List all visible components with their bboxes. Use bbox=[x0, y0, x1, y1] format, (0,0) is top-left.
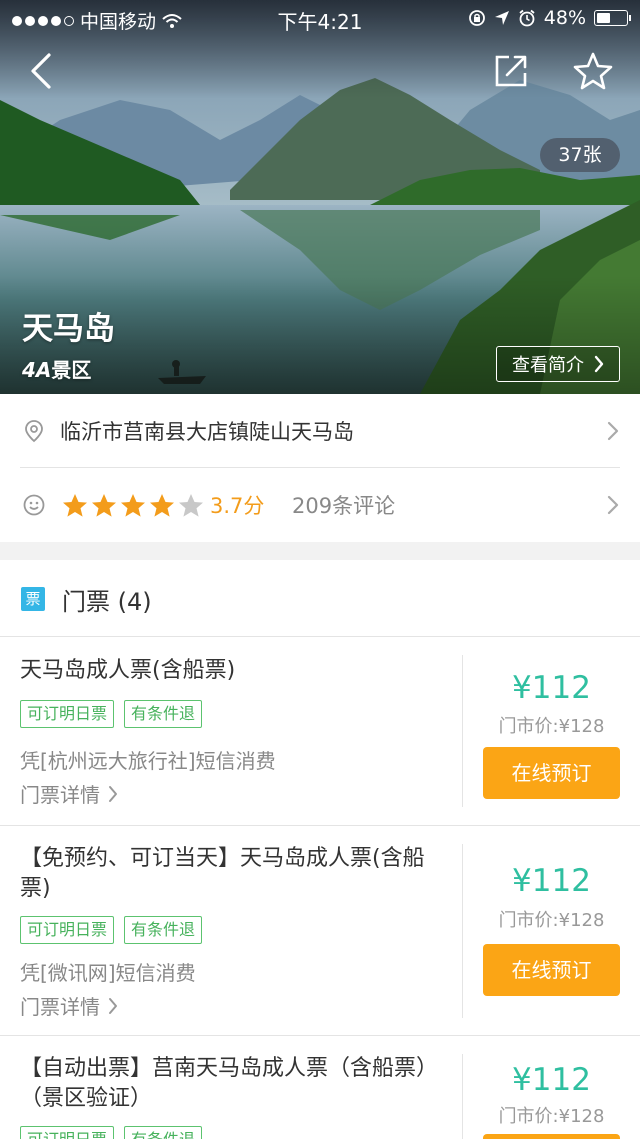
book-online-button[interactable] bbox=[483, 1134, 620, 1139]
ticket-detail-label: 门票详情 bbox=[20, 995, 100, 1019]
rating-row[interactable]: 3.7分 209条评论 bbox=[0, 468, 640, 542]
book-online-button[interactable]: 在线预订 bbox=[483, 944, 620, 996]
ticket-tag: 有条件退 bbox=[124, 700, 203, 728]
info-card: 临沂市莒南县大店镇陡山天马岛 3.7分 209条评论 bbox=[0, 394, 640, 542]
book-online-button[interactable]: 在线预订 bbox=[483, 747, 620, 799]
tickets-section: 票 门票 (4) 天马岛成人票(含船票) 可订明日票 有条件退 凭[杭州远大旅行… bbox=[0, 560, 640, 1139]
photo-count-badge[interactable]: 37张 bbox=[540, 138, 620, 172]
ticket-price: ¥112 bbox=[512, 1062, 591, 1098]
ticket-item[interactable]: 天马岛成人票(含船票) 可订明日票 有条件退 凭[杭州远大旅行社]短信消费 门票… bbox=[0, 637, 640, 826]
favorite-button[interactable] bbox=[570, 48, 616, 94]
battery-icon bbox=[594, 10, 631, 26]
ticket-item[interactable]: 【自动出票】莒南天马岛成人票（含船票）（景区验证） 可订明日票 有条件退 ¥11… bbox=[0, 1036, 640, 1139]
spot-title: 天马岛 bbox=[22, 311, 115, 347]
ticket-tags: 可订明日票 有条件退 bbox=[20, 1126, 203, 1139]
star-filled-icon bbox=[150, 493, 174, 517]
star-filled-icon bbox=[92, 493, 116, 517]
address-row[interactable]: 临沂市莒南县大店镇陡山天马岛 bbox=[0, 394, 640, 468]
ticket-name: 天马岛成人票(含船票) bbox=[20, 658, 236, 683]
scenic-spot-page: 中国移动 下午4:21 48% 37张 天马岛 4A景区 查看简介 临沂市莒南县… bbox=[0, 0, 640, 1139]
ticket-tags: 可订明日票 有条件退 bbox=[20, 916, 203, 944]
chevron-right-icon bbox=[109, 997, 117, 1014]
ticket-detail-link[interactable]: 门票详情 bbox=[20, 991, 118, 1020]
view-intro-label: 查看简介 bbox=[512, 355, 584, 376]
share-button[interactable] bbox=[488, 48, 534, 94]
ticket-tags: 可订明日票 有条件退 bbox=[20, 700, 203, 728]
ticket-vendor: 凭[微讯网]短信消费 bbox=[20, 961, 196, 985]
ticket-tag: 可订明日票 bbox=[20, 700, 115, 728]
rating-score: 3.7分 bbox=[210, 494, 265, 518]
location-arrow-icon bbox=[494, 11, 509, 25]
rating-stars bbox=[62, 493, 204, 518]
address-text: 临沂市莒南县大店镇陡山天马岛 bbox=[60, 420, 354, 444]
star-filled-icon bbox=[121, 493, 145, 517]
review-count: 209条评论 bbox=[292, 494, 396, 518]
ticket-price: ¥112 bbox=[512, 670, 591, 706]
star-empty-icon bbox=[179, 493, 203, 517]
ticket-original-price: 门市价:¥128 bbox=[498, 716, 605, 737]
chevron-right-icon bbox=[607, 421, 619, 441]
back-button[interactable] bbox=[18, 48, 64, 94]
ticket-vendor: 凭[杭州远大旅行社]短信消费 bbox=[20, 749, 276, 773]
spot-level: 4A景区 bbox=[22, 354, 91, 383]
smiley-icon bbox=[23, 494, 45, 516]
ticket-name: 【自动出票】莒南天马岛成人票（含船票）（景区验证） bbox=[20, 1056, 439, 1111]
ticket-detail-label: 门票详情 bbox=[20, 783, 100, 807]
back-icon bbox=[31, 53, 51, 89]
ticket-tag: 可订明日票 bbox=[20, 1126, 115, 1139]
ticket-original-price: 门市价:¥128 bbox=[498, 1106, 605, 1127]
share-icon bbox=[495, 55, 527, 87]
battery-percent: 48% bbox=[543, 7, 586, 29]
view-intro-button[interactable]: 查看简介 bbox=[496, 346, 620, 382]
ticket-detail-link[interactable]: 门票详情 bbox=[20, 779, 118, 808]
ticket-name: 【免预约、可订当天】天马岛成人票(含船票) bbox=[20, 846, 425, 901]
alarm-icon bbox=[519, 9, 535, 27]
status-right: 48% bbox=[468, 7, 631, 29]
tickets-header: 票 门票 (4) bbox=[0, 560, 640, 637]
hero-photo[interactable]: 中国移动 下午4:21 48% 37张 天马岛 4A景区 查看简介 bbox=[0, 0, 640, 394]
status-bar: 中国移动 下午4:21 48% bbox=[0, 0, 640, 36]
spot-level-suffix: 景区 bbox=[51, 358, 92, 382]
lock-rotation-icon bbox=[468, 10, 485, 26]
star-filled-icon bbox=[63, 493, 87, 517]
ticket-original-price: 门市价:¥128 bbox=[498, 910, 605, 931]
ticket-price: ¥112 bbox=[512, 863, 591, 899]
ticket-tag: 有条件退 bbox=[124, 916, 203, 944]
chevron-right-icon bbox=[607, 495, 619, 515]
ticket-item[interactable]: 【免预约、可订当天】天马岛成人票(含船票) 可订明日票 有条件退 凭[微讯网]短… bbox=[0, 826, 640, 1036]
ticket-tag: 可订明日票 bbox=[20, 916, 115, 944]
ticket-badge-icon: 票 bbox=[21, 587, 45, 611]
star-outline-icon bbox=[573, 52, 613, 90]
location-icon bbox=[25, 420, 43, 443]
chevron-right-icon bbox=[109, 785, 117, 802]
tickets-title: 门票 (4) bbox=[62, 588, 152, 616]
ticket-tag: 有条件退 bbox=[124, 1126, 203, 1139]
spot-grade: 4A bbox=[22, 358, 52, 382]
chevron-right-icon bbox=[594, 355, 604, 373]
